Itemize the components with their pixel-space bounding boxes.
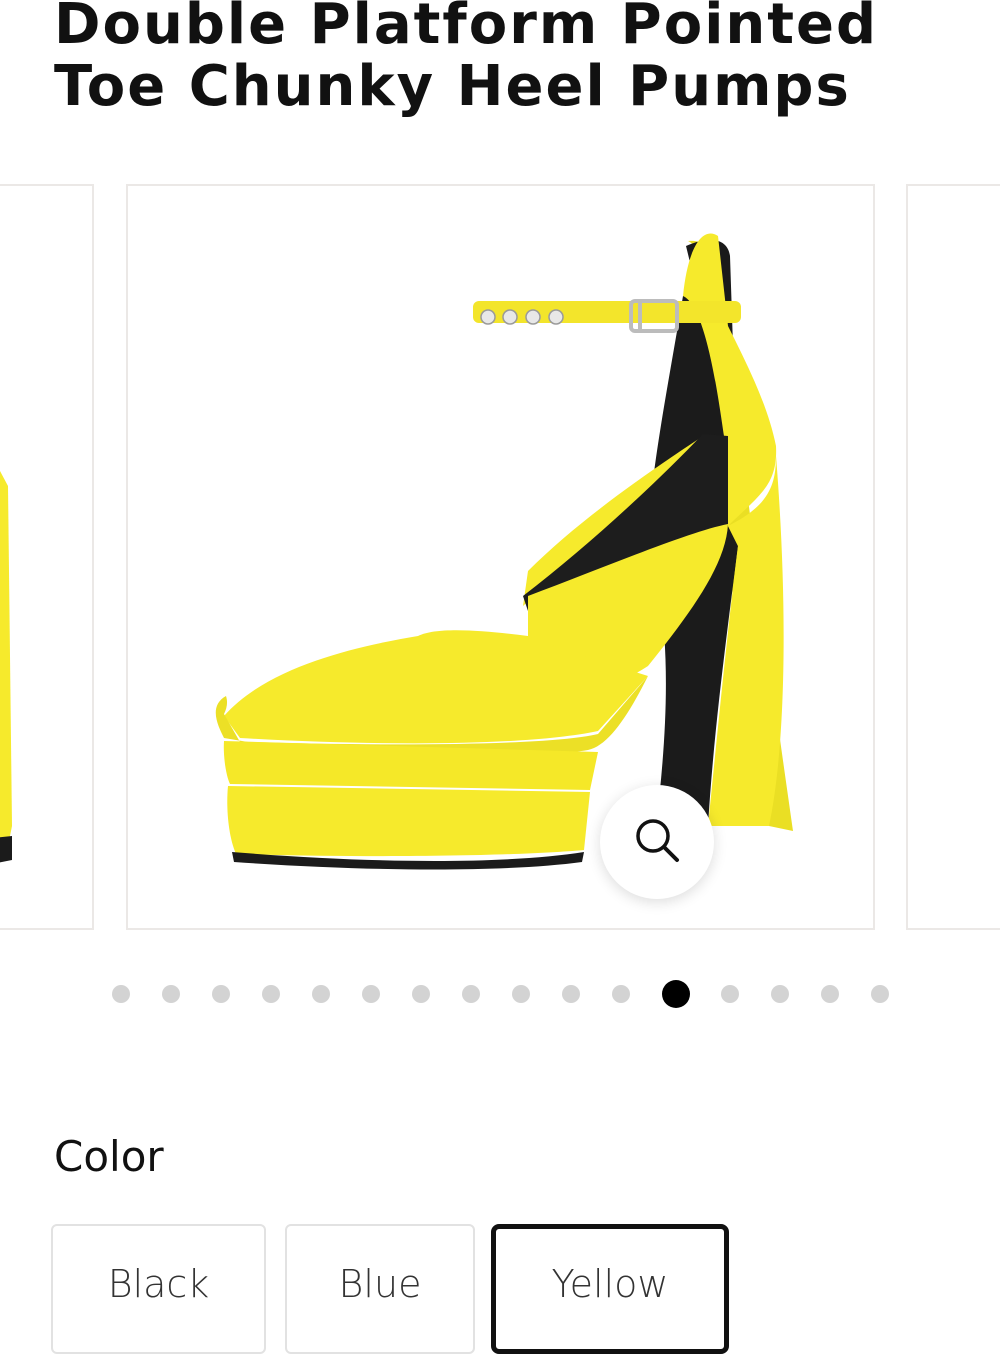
carousel-dot[interactable] (112, 985, 130, 1003)
yellow-pump-shoe-illustration (215, 233, 793, 870)
carousel-dot[interactable] (562, 985, 580, 1003)
carousel-dot[interactable] (162, 985, 180, 1003)
carousel-pagination (0, 978, 1000, 1010)
carousel-dot[interactable] (362, 985, 380, 1003)
product-image-carousel[interactable] (0, 184, 1000, 934)
carousel-dot[interactable] (771, 985, 789, 1003)
carousel-dot-active[interactable] (662, 980, 690, 1008)
color-option-black[interactable]: Black (51, 1224, 266, 1354)
color-option-yellow[interactable]: Yellow (491, 1224, 729, 1354)
carousel-dot[interactable] (262, 985, 280, 1003)
carousel-dot[interactable] (462, 985, 480, 1003)
carousel-dot[interactable] (612, 985, 630, 1003)
carousel-dot[interactable] (212, 985, 230, 1003)
carousel-dot[interactable] (512, 985, 530, 1003)
carousel-dot[interactable] (721, 985, 739, 1003)
carousel-dot[interactable] (821, 985, 839, 1003)
carousel-dot[interactable] (412, 985, 430, 1003)
color-section-label: Color (54, 1132, 164, 1181)
color-option-blue[interactable]: Blue (285, 1224, 475, 1354)
zoom-button[interactable] (600, 785, 714, 899)
next-slide-image[interactable] (906, 184, 1000, 930)
previous-slide-image[interactable] (0, 184, 94, 930)
carousel-dot[interactable] (871, 985, 889, 1003)
carousel-dot[interactable] (312, 985, 330, 1003)
search-icon (632, 815, 682, 869)
product-title: Double Platform Pointed Toe Chunky Heel … (54, 0, 879, 119)
main-product-image[interactable] (126, 184, 875, 930)
